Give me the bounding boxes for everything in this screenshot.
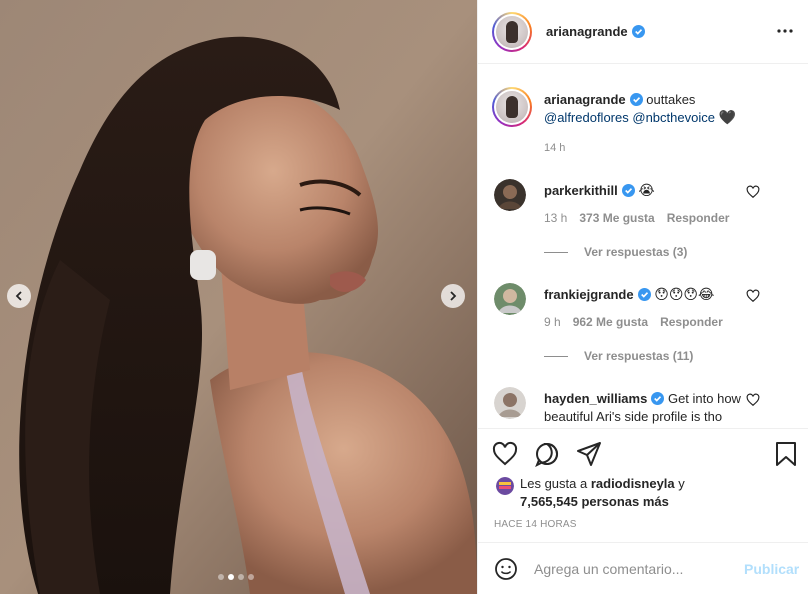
heart-icon[interactable] bbox=[492, 441, 518, 467]
add-comment-bar: Publicar bbox=[478, 542, 808, 594]
caption-text: outtakes bbox=[646, 92, 696, 107]
comment-icon[interactable] bbox=[534, 441, 560, 467]
reply-button[interactable]: Responder bbox=[667, 211, 730, 225]
liker-username[interactable]: radiodisneyla bbox=[591, 476, 675, 491]
caption-username[interactable]: arianagrande bbox=[544, 92, 626, 107]
author-username[interactable]: arianagrande bbox=[546, 24, 628, 39]
comment-text: 😭 bbox=[638, 183, 655, 199]
mention-link[interactable]: @alfredoflores bbox=[544, 110, 629, 125]
reply-button[interactable]: Responder bbox=[660, 315, 723, 329]
commenter-avatar[interactable] bbox=[494, 387, 526, 419]
likes-summary: Les gusta a radiodisneyla y 7,565,545 pe… bbox=[496, 475, 685, 511]
instagram-post: arianagrande arianagrande outtakes @alfr… bbox=[0, 0, 808, 594]
smile-icon[interactable] bbox=[494, 557, 518, 581]
carousel-dot bbox=[248, 574, 254, 580]
verified-icon bbox=[637, 288, 651, 301]
comment-time[interactable]: 9 h bbox=[544, 315, 561, 329]
bookmark-icon[interactable] bbox=[773, 441, 799, 467]
view-replies-button[interactable]: Ver respuestas (3) bbox=[544, 245, 687, 259]
chevron-left-icon bbox=[15, 291, 22, 301]
commenter-username[interactable]: hayden_williams bbox=[544, 391, 647, 406]
carousel-indicator bbox=[218, 574, 254, 580]
likes-prefix: Les gusta a bbox=[520, 476, 588, 491]
liker-avatar[interactable] bbox=[496, 477, 514, 495]
post-timestamp[interactable]: HACE 14 HORAS bbox=[494, 519, 577, 530]
author-avatar[interactable] bbox=[492, 11, 532, 52]
view-replies-label: Ver respuestas (11) bbox=[584, 349, 694, 363]
comment-likes[interactable]: 373 Me gusta bbox=[579, 211, 654, 225]
next-photo-button[interactable] bbox=[441, 284, 465, 308]
post-header: arianagrande bbox=[478, 0, 808, 64]
view-replies-button[interactable]: Ver respuestas (11) bbox=[544, 349, 693, 363]
commenter-avatar[interactable] bbox=[494, 179, 526, 211]
share-icon[interactable] bbox=[576, 441, 602, 467]
caption-emoji: 🖤 bbox=[718, 110, 737, 126]
portrait-illustration bbox=[0, 0, 477, 594]
comment-time[interactable]: 13 h bbox=[544, 211, 567, 225]
chevron-right-icon bbox=[450, 291, 457, 301]
verified-icon bbox=[651, 392, 665, 405]
likes-conj: y bbox=[678, 476, 685, 491]
comments-list[interactable]: arianagrande outtakes @alfredoflores @nb… bbox=[478, 65, 808, 428]
comment-text: 😯😯😯😂 bbox=[654, 287, 715, 303]
caption-time[interactable]: 14 h bbox=[544, 139, 794, 157]
publish-button[interactable]: Publicar bbox=[744, 561, 799, 577]
verified-icon bbox=[629, 93, 643, 106]
commenter-avatar[interactable] bbox=[494, 283, 526, 315]
more-icon[interactable] bbox=[776, 22, 794, 40]
comment-likes[interactable]: 962 Me gusta bbox=[573, 315, 648, 329]
comment-heart-icon[interactable] bbox=[746, 289, 760, 303]
comment-input[interactable] bbox=[534, 559, 734, 579]
commenter-username[interactable]: frankiejgrande bbox=[544, 287, 634, 302]
commenter-username[interactable]: parkerkithill bbox=[544, 183, 618, 198]
verified-icon bbox=[631, 25, 645, 38]
post-details-panel: arianagrande arianagrande outtakes @alfr… bbox=[477, 0, 808, 594]
previous-photo-button[interactable] bbox=[7, 284, 31, 308]
post-photo[interactable] bbox=[0, 0, 477, 594]
carousel-dot-active bbox=[228, 574, 234, 580]
verified-icon bbox=[621, 184, 635, 197]
view-replies-label: Ver respuestas (3) bbox=[584, 245, 688, 259]
comment-heart-icon[interactable] bbox=[746, 393, 760, 407]
comment-heart-icon[interactable] bbox=[746, 185, 760, 199]
post-actions: Les gusta a radiodisneyla y 7,565,545 pe… bbox=[478, 428, 808, 530]
likes-others[interactable]: 7,565,545 personas más bbox=[520, 494, 669, 509]
carousel-dot bbox=[238, 574, 244, 580]
caption-avatar[interactable] bbox=[492, 87, 532, 127]
carousel-dot bbox=[218, 574, 224, 580]
mention-link[interactable]: @nbcthevoice bbox=[632, 110, 715, 125]
